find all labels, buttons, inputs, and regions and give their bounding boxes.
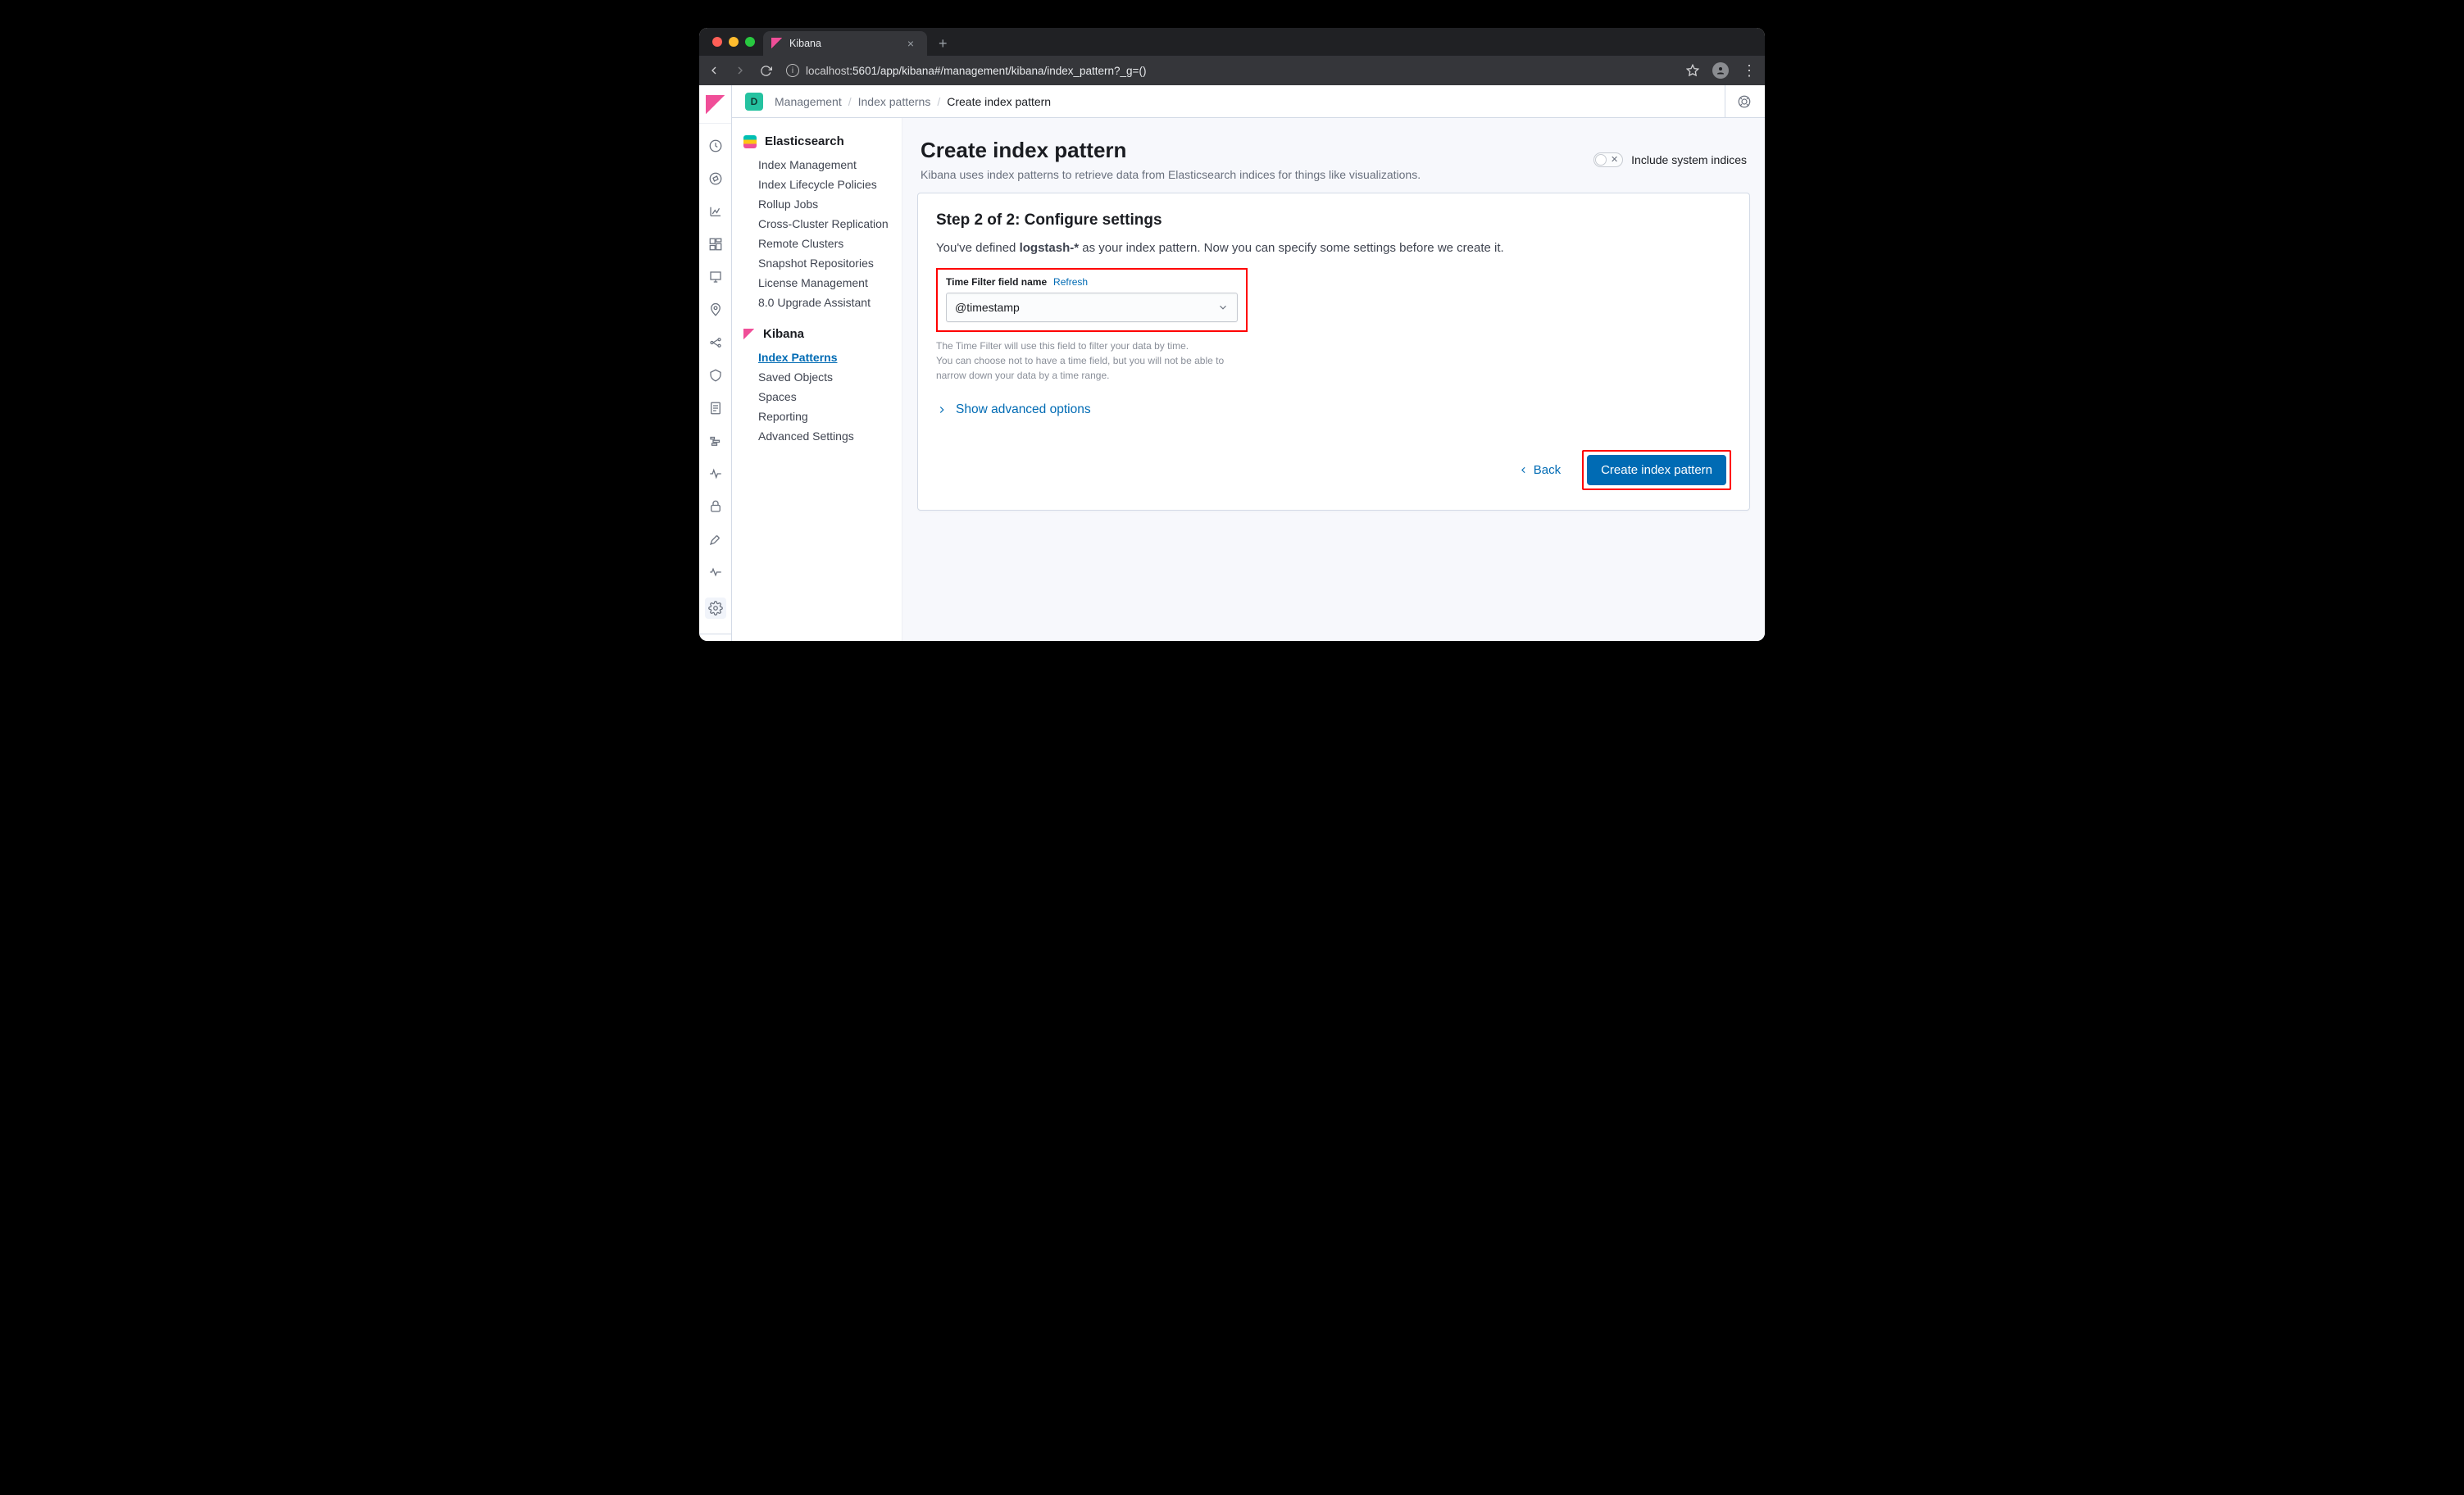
back-button[interactable]: Back: [1510, 457, 1569, 484]
sidebar-item[interactable]: Spaces: [732, 387, 902, 407]
window-zoom-dot[interactable]: [745, 37, 755, 47]
apm-icon[interactable]: [708, 434, 723, 448]
browser-window: Kibana × + i localhost:5601/app/kibana#/…: [699, 28, 1765, 641]
browser-tabstrip: Kibana × +: [699, 28, 1765, 56]
create-button-highlight: Create index pattern: [1582, 450, 1731, 490]
ml-icon[interactable]: [708, 335, 723, 350]
breadcrumb-bar: D Management / Index patterns / Create i…: [732, 85, 1765, 118]
step-card: Step 2 of 2: Configure settings You've d…: [917, 193, 1750, 511]
kibana-icon: [706, 95, 725, 115]
infrastructure-icon[interactable]: [708, 368, 723, 383]
kibana-icon: [771, 38, 783, 49]
create-index-pattern-button[interactable]: Create index pattern: [1587, 455, 1726, 485]
chevron-right-icon: [936, 404, 948, 416]
kibana-nav-rail: [699, 85, 732, 641]
sidebar-item[interactable]: 8.0 Upgrade Assistant: [732, 293, 902, 312]
browser-toolbar: i localhost:5601/app/kibana#/management/…: [699, 56, 1765, 85]
chevron-down-icon: [1217, 302, 1229, 313]
sidebar-item-index-patterns[interactable]: Index Patterns: [732, 348, 902, 367]
new-tab-button[interactable]: +: [927, 31, 959, 56]
page-subtitle: Kibana uses index patterns to retrieve d…: [921, 168, 1421, 181]
page-title: Create index pattern: [921, 138, 1421, 163]
sidebar-section-title: Kibana: [763, 327, 804, 341]
show-advanced-options-toggle[interactable]: Show advanced options: [936, 402, 1731, 417]
close-tab-icon[interactable]: ×: [904, 37, 917, 50]
address-bar[interactable]: i localhost:5601/app/kibana#/management/…: [786, 64, 1675, 77]
management-gear-icon: [708, 601, 723, 616]
nav-back-icon[interactable]: [707, 64, 722, 77]
maps-icon[interactable]: [708, 302, 723, 317]
chevron-left-icon: [1518, 465, 1529, 475]
canvas-icon[interactable]: [708, 270, 723, 284]
step-description: You've defined logstash-* as your index …: [936, 241, 1731, 255]
page-content: Create index pattern Kibana uses index p…: [902, 118, 1765, 641]
kibana-icon: [743, 329, 755, 340]
profile-avatar-icon[interactable]: [1712, 62, 1729, 79]
window-close-dot[interactable]: [712, 37, 722, 47]
breadcrumb-item-current: Create index pattern: [947, 95, 1051, 108]
url-host: localhost: [806, 65, 849, 77]
site-info-icon[interactable]: i: [786, 64, 799, 77]
include-system-indices-label: Include system indices: [1631, 153, 1747, 166]
dev-tools-icon[interactable]: [708, 532, 723, 547]
sidebar-item[interactable]: License Management: [732, 273, 902, 293]
header-help-icon[interactable]: [1725, 85, 1752, 117]
uptime-icon[interactable]: [708, 466, 723, 481]
breadcrumb-item[interactable]: Management: [775, 95, 842, 108]
breadcrumb: Management / Index patterns / Create ind…: [775, 95, 1051, 108]
kibana-home-button[interactable]: [699, 92, 731, 124]
elasticsearch-icon: [743, 135, 757, 148]
sidebar-item[interactable]: Cross-Cluster Replication: [732, 214, 902, 234]
browser-menu-icon[interactable]: ⋮: [1742, 69, 1757, 72]
time-filter-selected-value: @timestamp: [955, 301, 1020, 314]
monitoring-icon[interactable]: [708, 565, 723, 579]
include-system-indices-toggle[interactable]: ✕: [1593, 152, 1623, 167]
sidebar-item[interactable]: Snapshot Repositories: [732, 253, 902, 273]
bookmark-star-icon[interactable]: [1686, 64, 1699, 77]
management-nav-item[interactable]: [705, 598, 726, 619]
time-filter-field-highlight: Time Filter field name Refresh @timestam…: [936, 268, 1248, 332]
breadcrumb-item[interactable]: Index patterns: [858, 95, 931, 108]
browser-tab[interactable]: Kibana ×: [763, 31, 927, 56]
sidebar-item[interactable]: Index Management: [732, 155, 902, 175]
nav-reload-icon[interactable]: [760, 65, 775, 77]
breadcrumb-separator: /: [937, 95, 940, 108]
discover-icon[interactable]: [708, 171, 723, 186]
tab-title: Kibana: [789, 38, 821, 49]
toggle-off-x-icon: ✕: [1611, 154, 1618, 165]
sidebar-item[interactable]: Saved Objects: [732, 367, 902, 387]
sidebar-item[interactable]: Index Lifecycle Policies: [732, 175, 902, 194]
sidebar-section-title: Elasticsearch: [765, 134, 844, 148]
logs-icon[interactable]: [708, 401, 723, 416]
sidebar-item[interactable]: Rollup Jobs: [732, 194, 902, 214]
step-title: Step 2 of 2: Configure settings: [936, 211, 1731, 229]
nav-forward-icon: [734, 64, 748, 77]
sidebar-item[interactable]: Advanced Settings: [732, 426, 902, 446]
breadcrumb-separator: /: [848, 95, 852, 108]
time-filter-field-select[interactable]: @timestamp: [946, 293, 1238, 322]
refresh-fields-link[interactable]: Refresh: [1053, 276, 1088, 288]
space-selector[interactable]: D: [745, 93, 763, 111]
url-path: :5601/app/kibana#/management/kibana/inde…: [849, 65, 1146, 77]
collapse-nav-button[interactable]: [699, 634, 731, 641]
window-minimize-dot[interactable]: [729, 37, 739, 47]
siem-icon[interactable]: [708, 499, 723, 514]
sidebar-item[interactable]: Remote Clusters: [732, 234, 902, 253]
recently-viewed-icon[interactable]: [708, 139, 723, 153]
visualize-icon[interactable]: [708, 204, 723, 219]
sidebar-item[interactable]: Reporting: [732, 407, 902, 426]
management-sidebar: Elasticsearch Index Management Index Lif…: [732, 118, 902, 641]
time-filter-helper-text: The Time Filter will use this field to f…: [936, 339, 1231, 383]
time-filter-field-label: Time Filter field name: [946, 276, 1047, 288]
dashboard-icon[interactable]: [708, 237, 723, 252]
